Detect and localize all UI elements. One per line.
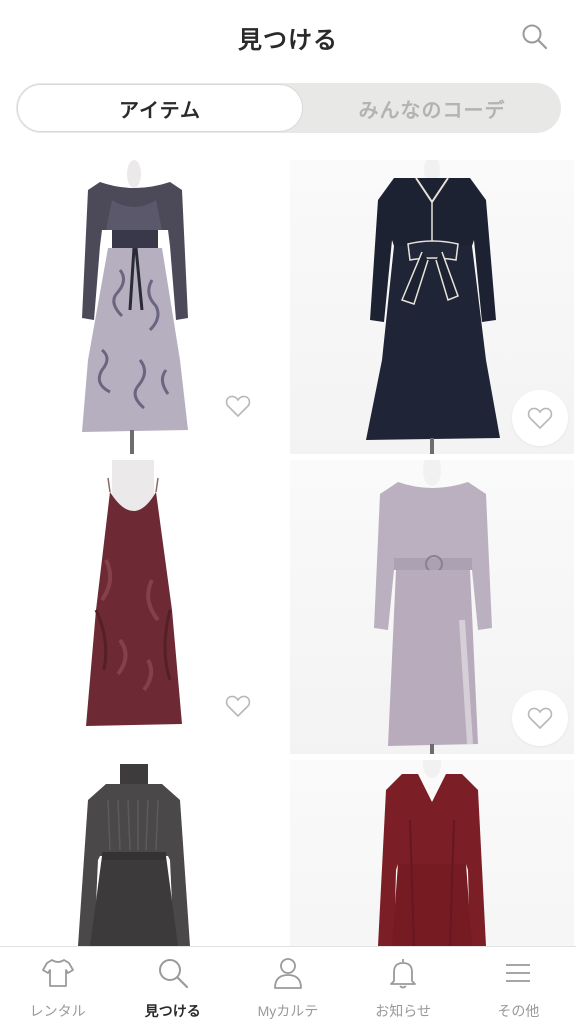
heart-outline-icon bbox=[225, 395, 251, 418]
tab-other-label: その他 bbox=[497, 1003, 540, 1019]
tab-rental[interactable]: レンタル bbox=[0, 947, 115, 1024]
item-card-wine-v-neck-dress[interactable] bbox=[290, 760, 574, 946]
category-segmented-control: アイテム みんなのコーデ bbox=[16, 83, 561, 133]
heart-outline-icon bbox=[527, 407, 553, 430]
favorite-button[interactable] bbox=[512, 690, 568, 746]
bell-icon bbox=[390, 959, 417, 989]
item-card-navy-bow-dress[interactable] bbox=[290, 160, 574, 454]
item-image-charcoal-pleated-dress bbox=[78, 764, 190, 946]
person-icon bbox=[274, 958, 302, 989]
tab-other[interactable]: その他 bbox=[461, 947, 576, 1024]
segment-items-tab[interactable]: アイテム bbox=[17, 84, 303, 132]
item-card-charcoal-pleated-dress[interactable] bbox=[2, 760, 286, 946]
item-card-bordeaux-velvet-camisole-dress[interactable] bbox=[2, 460, 286, 754]
segment-coordinates-tab[interactable]: みんなのコーデ bbox=[304, 84, 560, 132]
search-button[interactable] bbox=[520, 22, 550, 52]
favorite-button[interactable] bbox=[210, 678, 266, 734]
top-header: 見つける bbox=[0, 0, 576, 76]
item-image-wine-v-neck-dress bbox=[378, 760, 486, 946]
heart-outline-icon bbox=[225, 695, 251, 718]
tab-my-karte[interactable]: Myカルテ bbox=[230, 947, 345, 1024]
item-grid bbox=[0, 160, 576, 946]
page-title: 見つける bbox=[238, 27, 338, 54]
favorite-button[interactable] bbox=[512, 390, 568, 446]
search-icon bbox=[158, 959, 188, 989]
tab-rental-label: レンタル bbox=[29, 1003, 86, 1019]
tab-notifications-label: お知らせ bbox=[375, 1003, 432, 1019]
item-card-lilac-belted-dress[interactable] bbox=[290, 460, 574, 754]
tab-notifications[interactable]: お知らせ bbox=[346, 947, 461, 1024]
menu-icon bbox=[506, 964, 531, 982]
search-icon bbox=[522, 24, 548, 50]
tab-discover[interactable]: 見つける bbox=[115, 947, 230, 1024]
favorite-button[interactable] bbox=[210, 378, 266, 434]
item-card-lavender-tulle-dress[interactable] bbox=[2, 160, 286, 454]
tab-discover-label: 見つける bbox=[144, 1003, 201, 1019]
tab-my-karte-label: Myカルテ bbox=[257, 1003, 319, 1019]
bottom-tab-bar: レンタル 見つける Myカルテ お知らせ その他 bbox=[0, 946, 576, 1024]
heart-outline-icon bbox=[527, 707, 553, 730]
shirt-icon bbox=[41, 959, 74, 987]
